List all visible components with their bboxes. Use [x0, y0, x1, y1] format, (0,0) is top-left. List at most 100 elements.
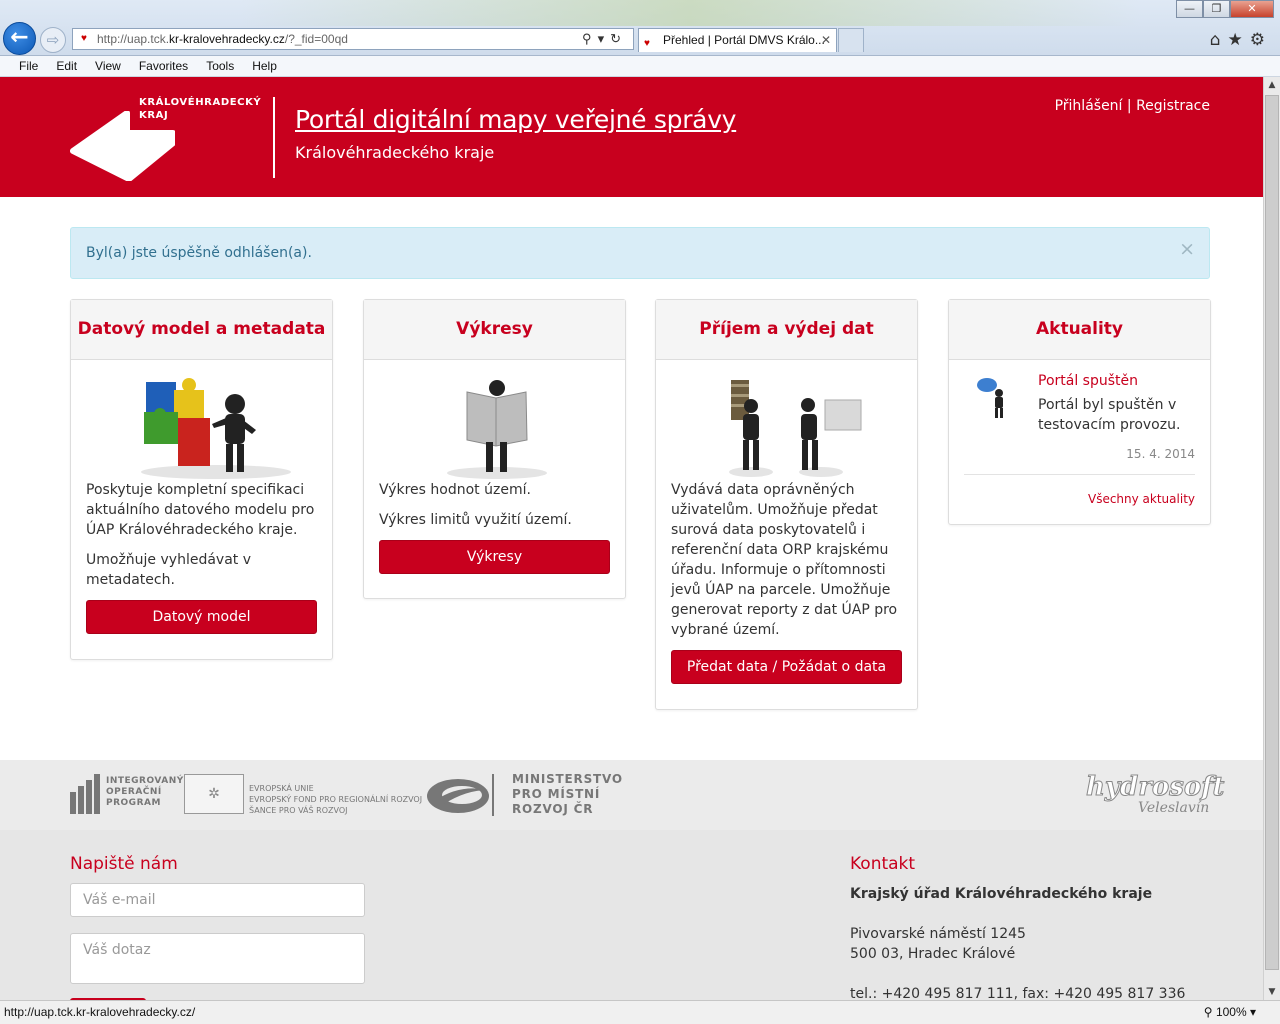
- news-title-link[interactable]: Portál spuštěn: [1038, 373, 1138, 389]
- write-us-heading: Napiště nám: [70, 854, 178, 874]
- kraj-logo-icon[interactable]: [69, 111, 175, 181]
- contact-heading: Kontakt: [850, 854, 916, 874]
- settings-gear-icon[interactable]: ⚙: [1250, 30, 1272, 50]
- site-favicon: ♥: [81, 33, 87, 44]
- newspaper-figure-icon: [379, 360, 610, 480]
- zoom-icon: ⚲: [1203, 1005, 1213, 1019]
- maximize-button[interactable]: ❐: [1203, 0, 1230, 18]
- auth-links: Přihlášení | Registrace: [1055, 98, 1210, 114]
- back-button[interactable]: ←: [3, 22, 36, 55]
- scroll-down-icon[interactable]: ▼: [1264, 984, 1280, 1000]
- favorites-star-icon[interactable]: ★: [1228, 30, 1250, 50]
- menu-favorites[interactable]: Favorites: [139, 56, 188, 76]
- iop-line1: INTEGROVANÝ: [106, 776, 184, 786]
- menu-bar: File Edit View Favorites Tools Help: [0, 56, 1280, 77]
- puzzle-figure-icon: [86, 360, 317, 480]
- menu-tools[interactable]: Tools: [206, 56, 234, 76]
- tab-favicon: ♥: [644, 38, 650, 49]
- card-text: Umožňuje vyhledávat v metadatech.: [86, 552, 251, 588]
- forward-button[interactable]: ⇨: [40, 27, 66, 53]
- news-divider: [964, 474, 1195, 475]
- hydrosoft-logo: hydrosoft: [1085, 772, 1225, 803]
- scroll-up-icon[interactable]: ▲: [1264, 77, 1280, 93]
- refresh-icon[interactable]: ↻: [610, 31, 627, 46]
- status-url: http://uap.tck.kr-kralovehradecky.cz/: [4, 1005, 196, 1019]
- eu-line1: EVROPSKÁ UNIE: [249, 784, 314, 793]
- register-link[interactable]: Registrace: [1136, 98, 1210, 114]
- alert-close-icon[interactable]: ×: [1179, 224, 1195, 274]
- mmr-line1: MINISTERSTVO: [512, 772, 623, 786]
- card-title: Příjem a výdej dat: [656, 300, 917, 360]
- speaking-figure-icon: [977, 378, 1003, 418]
- login-link[interactable]: Přihlášení: [1055, 98, 1123, 114]
- all-news-link[interactable]: Všechny aktuality: [1088, 492, 1195, 506]
- minimize-button[interactable]: —: [1176, 0, 1203, 18]
- status-bar: http://uap.tck.kr-kralovehradecky.cz/ ⚲ …: [0, 1000, 1280, 1024]
- header-divider: [273, 97, 275, 178]
- url-prefix: http://uap.tck.: [97, 32, 170, 46]
- auth-separator: |: [1126, 98, 1132, 114]
- browser-tab[interactable]: ♥ Přehled | Portál DMVS Králo... ✕: [638, 28, 837, 52]
- close-window-button[interactable]: ✕: [1230, 0, 1274, 18]
- site-footer: Napiště nám Váš e-mail Váš dotaz Kontakt…: [0, 830, 1263, 1000]
- contact-phone: tel.: +420 495 817 111, fax: +420 495 81…: [850, 986, 1186, 1000]
- eu-logo-text: EVROPSKÁ UNIE EVROPSKÝ FOND PRO REGIONÁL…: [249, 783, 422, 816]
- card-text: Výkres limitů využití území.: [379, 512, 572, 528]
- page-scrollbar[interactable]: ▲ ▼: [1263, 77, 1280, 1000]
- eu-flag-icon: ✲: [184, 774, 244, 814]
- mmr-line2: PRO MÍSTNÍ: [512, 787, 601, 801]
- menu-view[interactable]: View: [95, 56, 121, 76]
- card-title: Aktuality: [949, 300, 1210, 360]
- hydrosoft-sub: Veleslavín: [1138, 800, 1210, 816]
- window-controls: — ❐ ✕: [1176, 0, 1274, 18]
- site-title-link[interactable]: Portál digitální mapy veřejné správy: [295, 105, 736, 134]
- menu-edit[interactable]: Edit: [56, 56, 77, 76]
- eu-line3: ŠANCE PRO VÁŠ ROZVOJ: [249, 806, 348, 815]
- tab-close-icon[interactable]: ✕: [821, 29, 831, 51]
- site-header: KRÁLOVÉHRADECKÝ KRAJ Portál digitální ma…: [0, 77, 1263, 197]
- dropdown-icon[interactable]: ▾: [598, 31, 611, 46]
- menu-file[interactable]: File: [19, 56, 38, 76]
- iop-bars-icon: [70, 774, 100, 814]
- card-drawings: Výkresy Výkres hodnot území. Výkres limi…: [363, 299, 626, 599]
- question-field[interactable]: Váš dotaz: [70, 933, 365, 984]
- contact-street: Pivovarské náměstí 1245: [850, 926, 1026, 942]
- site-subtitle: Královéhradeckého kraje: [295, 143, 495, 162]
- mmr-line3: ROZVOJ ČR: [512, 802, 594, 816]
- card-text: Vydává data oprávněných uživatelům. Umož…: [671, 482, 898, 638]
- partner-logos-band: INTEGROVANÝ OPERAČNÍ PROGRAM ✲ EVROPSKÁ …: [0, 760, 1263, 830]
- drawings-button[interactable]: Výkresy: [379, 540, 610, 574]
- card-text: Poskytuje kompletní specifikaci aktuální…: [86, 482, 315, 538]
- url-domain: kr-kralovehradecky.cz: [169, 32, 285, 46]
- iop-line2: OPERAČNÍ: [106, 787, 162, 797]
- menu-help[interactable]: Help: [252, 56, 277, 76]
- news-text: Portál byl spuštěn v testovacím provozu.: [1038, 397, 1181, 433]
- zoom-level[interactable]: ⚲ 100% ▾: [1204, 1001, 1256, 1023]
- address-tools: ⚲▾↻: [582, 29, 627, 49]
- url-suffix: /?_fid=00qd: [284, 32, 348, 46]
- scroll-thumb[interactable]: [1265, 95, 1279, 970]
- submit-request-data-button[interactable]: Předat data / Požádat o data: [671, 650, 902, 684]
- tab-title: Přehled | Portál DMVS Králo...: [663, 33, 825, 47]
- iop-line3: PROGRAM: [106, 798, 161, 808]
- page-viewport: KRÁLOVÉHRADECKÝ KRAJ Portál digitální ma…: [0, 77, 1263, 1000]
- data-carriers-icon: [671, 360, 902, 480]
- new-tab-button[interactable]: [838, 28, 864, 52]
- browser-chrome: ← ⇨ ♥ http://uap.tck.kr-kralovehradecky.…: [0, 0, 1280, 56]
- alert-message: Byl(a) jste úspěšně odhlášen(a).: [86, 245, 312, 261]
- contact-org: Krajský úřad Královéhradeckého kraje: [850, 886, 1153, 902]
- news-date: 15. 4. 2014: [1126, 447, 1195, 461]
- contact-city: 500 03, Hradec Králové: [850, 946, 1016, 962]
- card-news: Aktuality Portál spuštěn Portál byl spuš…: [948, 299, 1211, 525]
- email-field[interactable]: Váš e-mail: [70, 883, 365, 917]
- browser-toolbar-icons: ⌂★⚙: [1210, 30, 1272, 50]
- iop-logo-text: INTEGROVANÝ OPERAČNÍ PROGRAM: [106, 776, 184, 809]
- card-title: Výkresy: [364, 300, 625, 360]
- zoom-value: 100%: [1215, 1005, 1247, 1019]
- mmr-swirl-icon: [427, 774, 494, 816]
- address-bar[interactable]: ♥ http://uap.tck.kr-kralovehradecky.cz/?…: [72, 28, 634, 50]
- data-model-button[interactable]: Datový model: [86, 600, 317, 634]
- home-icon[interactable]: ⌂: [1210, 30, 1228, 50]
- logout-alert: Byl(a) jste úspěšně odhlášen(a). ×: [70, 227, 1210, 279]
- search-icon[interactable]: ⚲: [582, 31, 598, 46]
